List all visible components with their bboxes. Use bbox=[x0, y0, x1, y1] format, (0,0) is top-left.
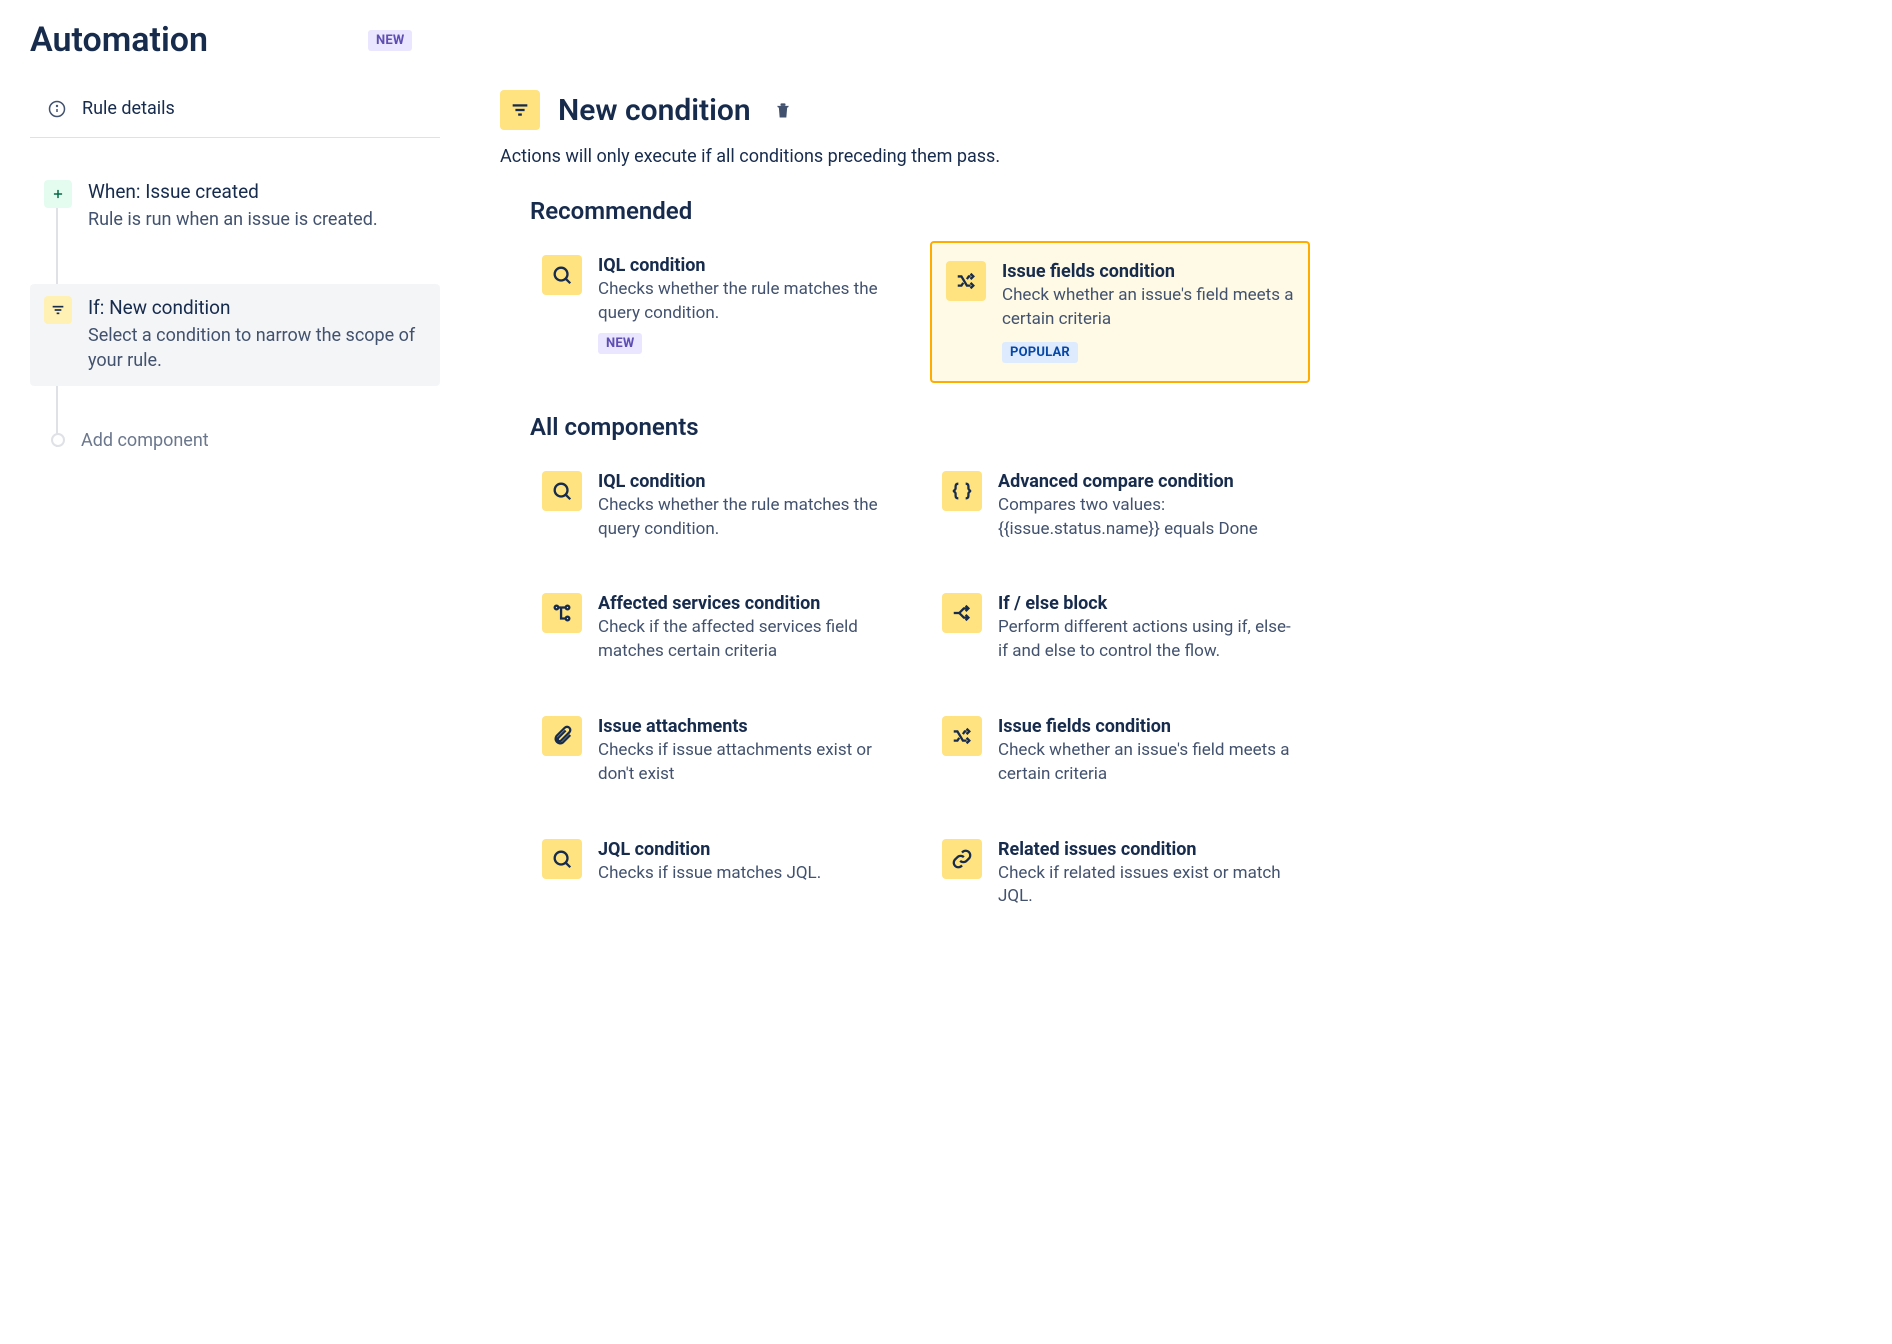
condition-card[interactable]: Issue attachmentsChecks if issue attachm… bbox=[530, 702, 910, 801]
card-description: Compares two values: {{issue.status.name… bbox=[998, 494, 1298, 542]
link-icon bbox=[942, 839, 982, 879]
popular-badge: POPULAR bbox=[1002, 342, 1078, 363]
main-title: New condition bbox=[558, 93, 751, 128]
card-description: Check if the affected services field mat… bbox=[598, 616, 898, 664]
recommended-grid: IQL conditionChecks whether the rule mat… bbox=[530, 241, 1310, 383]
card-description: Checks if issue attachments exist or don… bbox=[598, 739, 898, 787]
info-icon bbox=[48, 100, 66, 118]
tree-item-condition[interactable]: If: New condition Select a condition to … bbox=[30, 284, 440, 385]
shuffle-icon bbox=[942, 716, 982, 756]
card-title: Advanced compare condition bbox=[998, 471, 1298, 492]
condition-card[interactable]: Related issues conditionCheck if related… bbox=[930, 825, 1310, 924]
condition-card[interactable]: Affected services conditionCheck if the … bbox=[530, 579, 910, 678]
card-title: If / else block bbox=[998, 593, 1298, 614]
new-badge: NEW bbox=[368, 30, 412, 51]
search-icon bbox=[542, 255, 582, 295]
card-title: IQL condition bbox=[598, 471, 898, 492]
condition-card[interactable]: Advanced compare conditionCompares two v… bbox=[930, 457, 1310, 556]
page-header: Automation NEW bbox=[30, 20, 440, 60]
card-description: Checks whether the rule matches the quer… bbox=[598, 494, 898, 542]
condition-card[interactable]: JQL conditionChecks if issue matches JQL… bbox=[530, 825, 910, 924]
all-components-grid: IQL conditionChecks whether the rule mat… bbox=[530, 457, 1310, 923]
card-description: Check whether an issue's field meets a c… bbox=[1002, 284, 1294, 332]
condition-card[interactable]: Issue fields conditionCheck whether an i… bbox=[930, 702, 1310, 801]
trigger-desc: Rule is run when an issue is created. bbox=[88, 207, 426, 232]
search-icon bbox=[542, 471, 582, 511]
card-description: Perform different actions using if, else… bbox=[998, 616, 1298, 664]
card-title: Affected services condition bbox=[598, 593, 898, 614]
delete-button[interactable] bbox=[769, 96, 797, 124]
condition-card[interactable]: IQL conditionChecks whether the rule mat… bbox=[530, 457, 910, 556]
add-component-label: Add component bbox=[81, 430, 209, 451]
tree-item-trigger[interactable]: When: Issue created Rule is run when an … bbox=[30, 168, 440, 244]
filter-icon bbox=[44, 296, 72, 324]
card-title: JQL condition bbox=[598, 839, 898, 860]
card-description: Check whether an issue's field meets a c… bbox=[998, 739, 1298, 787]
card-title: IQL condition bbox=[598, 255, 898, 276]
new-badge: NEW bbox=[598, 333, 642, 354]
recommended-heading: Recommended bbox=[530, 197, 1310, 225]
card-title: Issue fields condition bbox=[998, 716, 1298, 737]
rule-details-link[interactable]: Rule details bbox=[30, 90, 440, 138]
card-description: Checks whether the rule matches the quer… bbox=[598, 278, 898, 326]
card-title: Issue attachments bbox=[598, 716, 898, 737]
sidebar: Automation NEW Rule details When: Issue … bbox=[30, 20, 440, 953]
condition-card[interactable]: IQL conditionChecks whether the rule mat… bbox=[530, 241, 910, 383]
card-description: Check if related issues exist or match J… bbox=[998, 862, 1298, 910]
page-title: Automation bbox=[30, 20, 208, 60]
add-component-button[interactable]: Add component bbox=[30, 426, 440, 455]
nodes-icon bbox=[542, 593, 582, 633]
rule-details-label: Rule details bbox=[82, 98, 175, 119]
condition-card[interactable]: If / else blockPerform different actions… bbox=[930, 579, 1310, 678]
condition-title: If: New condition bbox=[88, 296, 426, 319]
all-components-heading: All components bbox=[530, 413, 1310, 441]
card-title: Issue fields condition bbox=[1002, 261, 1294, 282]
branch-icon bbox=[942, 593, 982, 633]
card-description: Checks if issue matches JQL. bbox=[598, 862, 898, 886]
main-subtitle: Actions will only execute if all conditi… bbox=[500, 144, 1310, 169]
search-icon bbox=[542, 839, 582, 879]
card-title: Related issues condition bbox=[998, 839, 1298, 860]
add-circle-icon bbox=[51, 433, 65, 447]
attachment-icon bbox=[542, 716, 582, 756]
trigger-title: When: Issue created bbox=[88, 180, 426, 203]
filter-icon bbox=[500, 90, 540, 130]
main-panel: New condition Actions will only execute … bbox=[500, 20, 1310, 953]
condition-card[interactable]: Issue fields conditionCheck whether an i… bbox=[930, 241, 1310, 383]
plus-icon bbox=[44, 180, 72, 208]
shuffle-icon bbox=[946, 261, 986, 301]
rule-tree: When: Issue created Rule is run when an … bbox=[30, 168, 440, 455]
braces-icon bbox=[942, 471, 982, 511]
condition-desc: Select a condition to narrow the scope o… bbox=[88, 323, 426, 373]
